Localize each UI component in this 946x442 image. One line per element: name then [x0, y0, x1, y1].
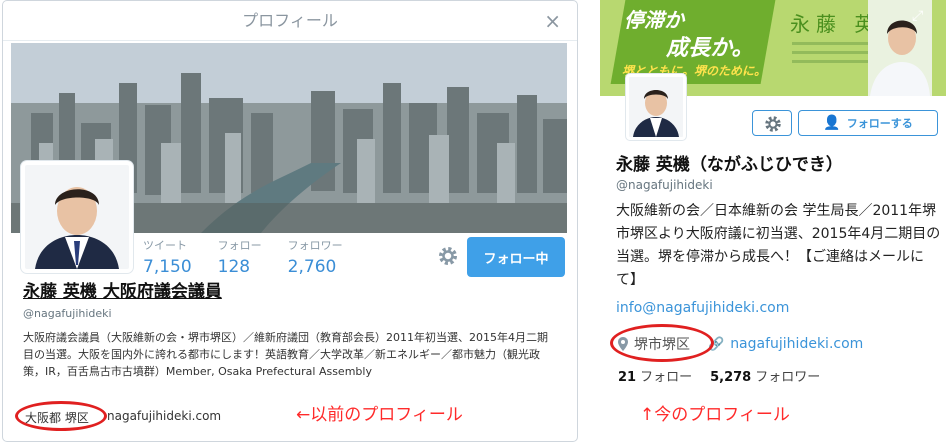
settings-button[interactable]: [752, 110, 792, 136]
profile-location: 堺市堺区: [634, 337, 690, 353]
stat-label: フォロワー: [287, 239, 343, 252]
followers-count-link[interactable]: 5,278 フォロワー: [710, 366, 820, 385]
avatar[interactable]: [21, 161, 133, 273]
profile-location: 大阪都 堺区: [25, 411, 89, 425]
stat-value: 7,150: [143, 257, 192, 277]
gear-icon[interactable]: [437, 245, 459, 267]
close-icon[interactable]: ×: [544, 9, 561, 33]
profile-url-link[interactable]: nagafujihideki.com: [107, 409, 221, 423]
stat-label: ツイート: [143, 239, 187, 252]
location-row: 堺市堺区 🔗 nagafujihideki.com: [618, 334, 863, 354]
banner-small-print: [792, 42, 878, 76]
profile-name[interactable]: 永藤 英機 大阪府議会議員: [23, 277, 222, 302]
expand-icon[interactable]: ⤢: [912, 8, 923, 24]
new-profile-panel: 停滞か 成長か。 堺とともに。堺のために。 永藤 英機 ⤢ 👤 フォローする 永藤…: [600, 0, 946, 442]
profile-name[interactable]: 永藤 英機（ながふじひでき）: [616, 150, 843, 175]
modal-titlebar: プロフィール ×: [3, 1, 577, 41]
banner-slogan: 停滞か: [624, 8, 684, 32]
link-icon: 🔗: [708, 336, 725, 352]
avatar[interactable]: [626, 74, 686, 140]
profile-bio: 大阪府議会議員（大阪維新の会・堺市堺区）／維新府議団（教育部会長）2011年初当…: [23, 331, 548, 378]
old-profile-caption: ←以前のプロフィール: [296, 405, 463, 425]
old-profile-modal: プロフィール × ツイート 7,150 フォロー 128 フォロワー 2,760…: [2, 0, 578, 442]
add-user-icon: 👤: [823, 115, 841, 131]
stat-value: 128: [217, 257, 251, 277]
gear-icon: [765, 116, 781, 132]
stats-row: ツイート 7,150 フォロー 128 フォロワー 2,760: [143, 237, 343, 277]
profile-card: ツイート 7,150 フォロー 128 フォロワー 2,760 フォロー中 永藤…: [11, 161, 567, 441]
follow-button-label: フォローする: [846, 117, 913, 130]
modal-title: プロフィール: [242, 11, 338, 30]
follow-button[interactable]: 👤 フォローする: [798, 110, 938, 136]
new-profile-caption: ↑今のプロフィール: [640, 405, 790, 425]
profile-bio: 大阪維新の会／日本維新の会 学生局長／2011年堺市堺区より大阪府議に初当選、2…: [616, 203, 941, 288]
profile-handle[interactable]: @nagafujihideki: [616, 178, 713, 192]
profile-url-link[interactable]: nagafujihideki.com: [730, 336, 863, 352]
stat-followers[interactable]: フォロワー 2,760: [288, 237, 343, 277]
following-count-link[interactable]: 21 フォロー: [618, 366, 692, 385]
stat-following[interactable]: フォロー 128: [218, 237, 262, 277]
profile-email-link[interactable]: info@nagafujihideki.com: [616, 300, 789, 316]
stat-tweets[interactable]: ツイート 7,150: [143, 237, 192, 277]
stat-value: 2,760: [287, 257, 337, 277]
profile-handle[interactable]: @nagafujihideki: [23, 307, 112, 320]
stat-label: フォロー: [217, 239, 262, 252]
location-pin-icon: [618, 337, 628, 351]
following-button[interactable]: フォロー中: [467, 237, 565, 277]
banner-slogan: 成長か。: [666, 36, 754, 61]
follow-counts: 21 フォロー 5,278 フォロワー: [618, 366, 820, 385]
